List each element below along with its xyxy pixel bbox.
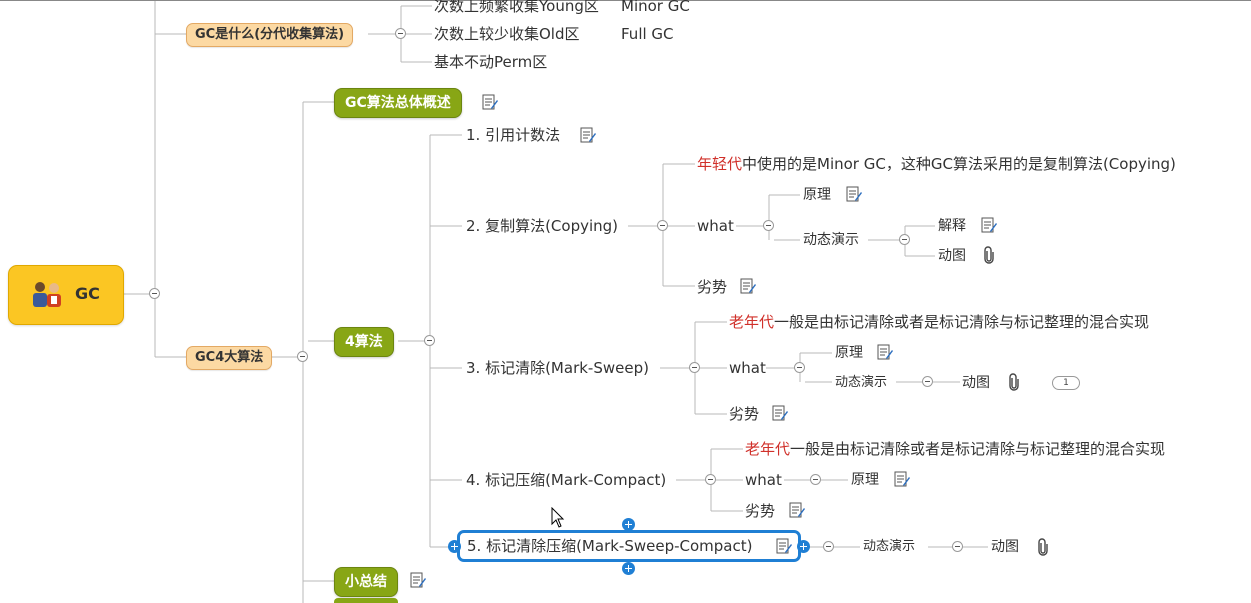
node-what[interactable]: what — [697, 216, 734, 236]
collapse-toggle[interactable] — [899, 234, 910, 245]
node-gif[interactable]: 动图 — [991, 537, 1019, 557]
collapse-toggle[interactable] — [763, 220, 774, 231]
collapse-toggle[interactable] — [810, 474, 821, 485]
note-icon[interactable] — [776, 538, 792, 554]
node-weakness[interactable]: 劣势 — [745, 501, 775, 521]
count-badge[interactable]: 1 — [1052, 376, 1080, 390]
add-handle-top[interactable] — [622, 518, 635, 531]
collapse-toggle[interactable] — [952, 541, 963, 552]
node-four-algos[interactable]: 4算法 — [334, 327, 394, 357]
add-handle-left[interactable] — [448, 540, 461, 553]
node-next-cut — [334, 598, 398, 603]
node-old[interactable]: 次数上较少收集Old区 — [434, 24, 580, 44]
node-principle[interactable]: 原理 — [851, 470, 879, 490]
node-ms-desc[interactable]: 老年代一般是由标记清除或者是标记清除与标记整理的混合实现 — [729, 312, 1149, 332]
desc-text: 一般是由标记清除或者是标记清除与标记整理的混合实现 — [790, 440, 1166, 458]
note-icon[interactable] — [410, 572, 426, 588]
node-what[interactable]: what — [729, 358, 766, 378]
node-gc-what[interactable]: GC是什么(分代收集算法) — [186, 23, 354, 47]
collapse-toggle[interactable] — [297, 351, 308, 362]
note-icon[interactable] — [580, 127, 596, 143]
note-icon[interactable] — [789, 502, 805, 518]
node-copying-desc[interactable]: 年轻代中使用的是Minor GC，这种GC算法采用的是复制算法(Copying) — [697, 154, 1176, 174]
note-icon[interactable] — [772, 405, 788, 421]
note-icon[interactable] — [482, 94, 498, 110]
attachment-icon[interactable] — [983, 246, 995, 264]
note-icon[interactable] — [981, 217, 997, 233]
node-gc4[interactable]: GC4大算法 — [186, 346, 273, 370]
node-weakness[interactable]: 劣势 — [729, 404, 759, 424]
node-principle[interactable]: 原理 — [803, 185, 831, 205]
node-minor-gc[interactable]: Minor GC — [621, 0, 690, 16]
desc-text: 一般是由标记清除或者是标记清除与标记整理的混合实现 — [774, 313, 1150, 331]
node-young[interactable]: 次数上频繁收集Young区 — [434, 0, 599, 16]
add-handle-bottom[interactable] — [622, 562, 635, 575]
collapse-toggle[interactable] — [922, 376, 933, 387]
mindmap-connectors — [0, 0, 1251, 603]
highlight-text: 老年代 — [729, 313, 775, 331]
collapse-toggle[interactable] — [823, 541, 834, 552]
root-node-gc[interactable]: GC — [8, 265, 124, 325]
people-icon — [33, 282, 61, 307]
node-gif[interactable]: 动图 — [962, 373, 990, 393]
attachment-icon[interactable] — [1008, 373, 1020, 391]
node-small-summary[interactable]: 小总结 — [334, 567, 398, 597]
collapse-toggle[interactable] — [794, 362, 805, 373]
node-demo[interactable]: 动态演示 — [803, 230, 859, 250]
node-copying[interactable]: 2. 复制算法(Copying) — [466, 216, 618, 236]
highlight-text: 年轻代 — [697, 155, 743, 173]
note-icon[interactable] — [877, 344, 893, 360]
node-overview[interactable]: GC算法总体概述 — [334, 88, 462, 118]
highlight-text: 老年代 — [745, 440, 791, 458]
note-icon[interactable] — [846, 186, 862, 202]
node-full-gc[interactable]: Full GC — [621, 24, 674, 44]
desc-text: 中使用的是Minor GC，这种GC算法采用的是复制算法(Copying) — [742, 155, 1176, 173]
node-mark-sweep[interactable]: 3. 标记清除(Mark-Sweep) — [466, 358, 649, 378]
add-handle-right[interactable] — [797, 540, 810, 553]
node-explain[interactable]: 解释 — [938, 216, 966, 236]
collapse-toggle[interactable] — [689, 362, 700, 373]
node-ref-count[interactable]: 1. 引用计数法 — [466, 125, 560, 145]
collapse-toggle[interactable] — [705, 474, 716, 485]
node-mc-desc[interactable]: 老年代一般是由标记清除或者是标记清除与标记整理的混合实现 — [745, 439, 1165, 459]
mouse-cursor-icon — [551, 507, 565, 528]
collapse-toggle[interactable] — [657, 220, 668, 231]
node-what[interactable]: what — [745, 470, 782, 490]
node-msc-label: 5. 标记清除压缩(Mark-Sweep-Compact) — [467, 537, 753, 555]
node-demo[interactable]: 动态演示 — [863, 537, 915, 557]
node-gif[interactable]: 动图 — [938, 246, 966, 266]
node-weakness[interactable]: 劣势 — [697, 277, 727, 297]
note-icon[interactable] — [740, 278, 756, 294]
node-mark-compact[interactable]: 4. 标记压缩(Mark-Compact) — [466, 470, 666, 490]
collapse-toggle[interactable] — [395, 28, 406, 39]
root-label: GC — [75, 284, 100, 303]
note-icon[interactable] — [894, 471, 910, 487]
node-demo[interactable]: 动态演示 — [835, 373, 887, 393]
attachment-icon[interactable] — [1037, 538, 1049, 556]
collapse-toggle[interactable] — [149, 288, 160, 299]
node-mark-sweep-compact-selected[interactable]: 5. 标记清除压缩(Mark-Sweep-Compact) — [457, 530, 801, 562]
node-principle[interactable]: 原理 — [835, 343, 863, 363]
node-perm[interactable]: 基本不动Perm区 — [434, 52, 547, 72]
collapse-toggle[interactable] — [424, 335, 435, 346]
